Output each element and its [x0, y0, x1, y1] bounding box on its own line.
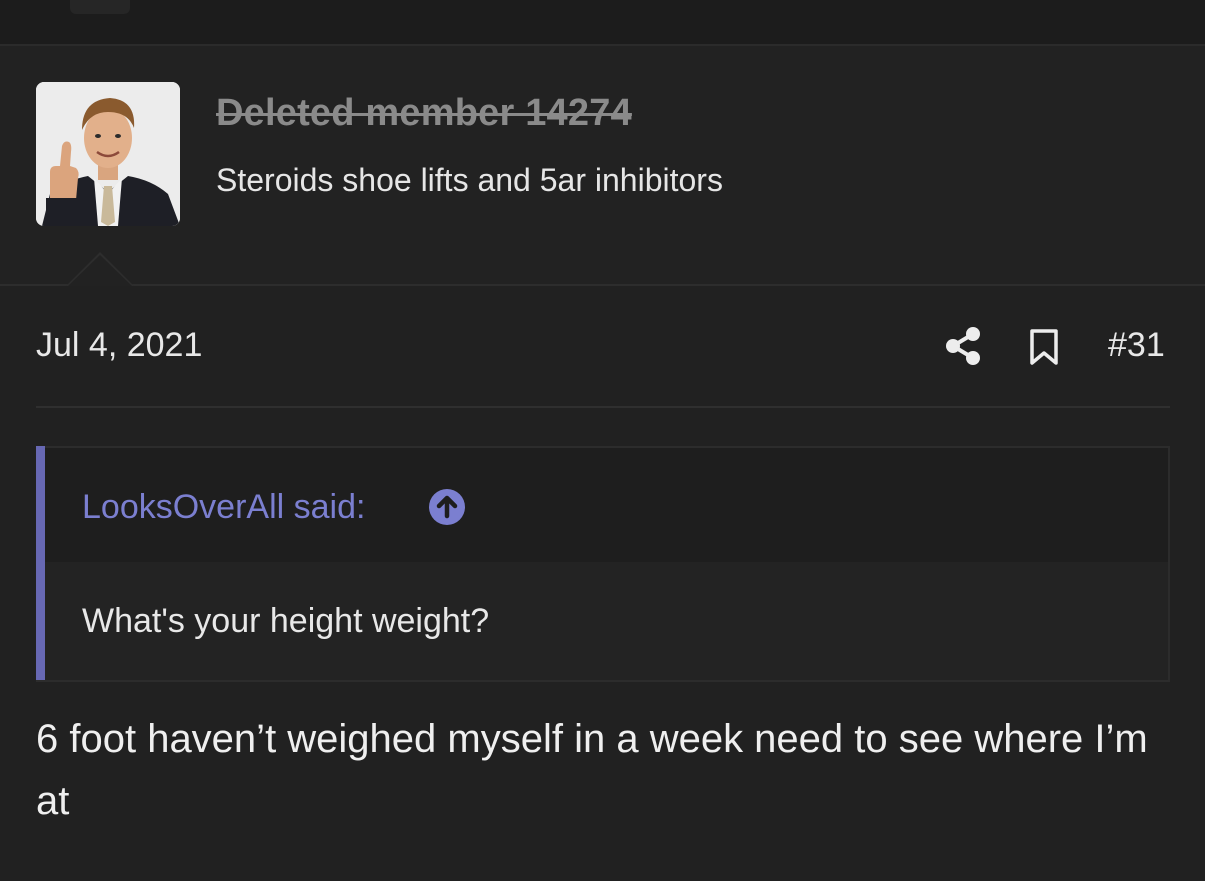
quote-accent-bar — [36, 446, 45, 680]
user-header-border — [0, 284, 1205, 286]
user-header-pointer-fill — [68, 255, 132, 286]
quote-text: What's your height weight? — [82, 602, 490, 640]
avatar[interactable] — [36, 82, 180, 226]
post-divider — [36, 406, 1170, 408]
bookmark-icon[interactable] — [1028, 328, 1060, 366]
username[interactable]: Deleted member 14274 — [216, 92, 632, 135]
quote-author[interactable]: LooksOverAll said: — [82, 488, 365, 527]
post-date[interactable]: Jul 4, 2021 — [36, 326, 202, 365]
share-icon[interactable] — [944, 326, 982, 366]
post-permalink[interactable]: #31 — [1108, 326, 1165, 365]
arrow-up-circle-icon[interactable] — [428, 488, 466, 526]
nav-tab-ghost — [70, 0, 130, 14]
top-navigation-bar — [0, 0, 1205, 46]
post-body: 6 foot haven’t weighed myself in a week … — [36, 717, 1148, 823]
avatar-image — [36, 82, 180, 226]
user-title: Steroids shoe lifts and 5ar inhibitors — [216, 162, 723, 198]
